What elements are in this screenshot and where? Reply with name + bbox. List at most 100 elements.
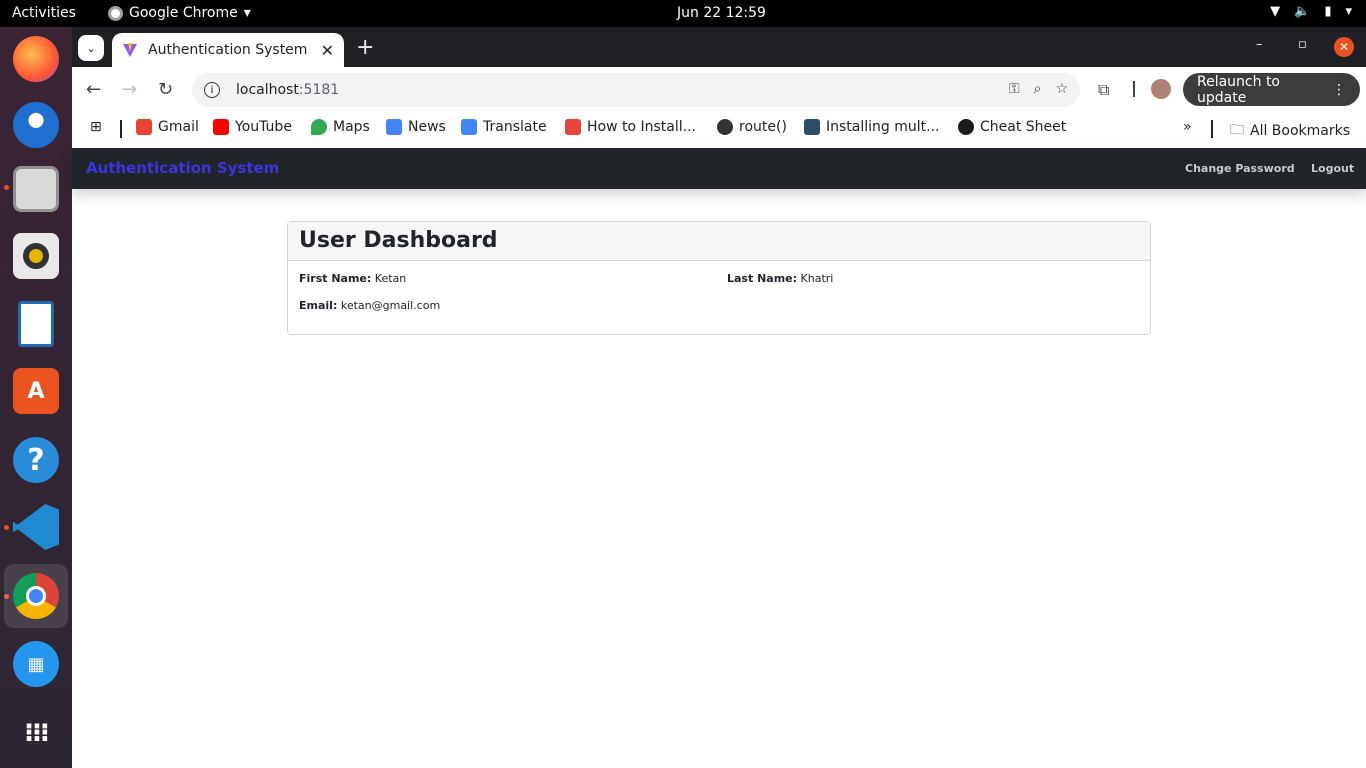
apps-grid-icon[interactable]: ⊞ xyxy=(90,119,102,135)
bookmark-installing-mult[interactable]: Installing mult... xyxy=(804,119,939,135)
activities-button[interactable]: Activities xyxy=(12,5,76,21)
bookmark-cheat-sheet[interactable]: Cheat Sheet xyxy=(958,119,1066,135)
dock-help[interactable]: ? xyxy=(4,428,68,492)
files-icon xyxy=(13,166,59,212)
tds-icon xyxy=(804,119,820,135)
bookmarks-bar: ⊞ Gmail YouTube Maps News Translate How … xyxy=(72,112,1366,148)
bookmarks-divider xyxy=(1211,120,1213,138)
bookmark-label: Installing mult... xyxy=(826,119,940,135)
tab-authentication-system[interactable]: Authentication System ✕ xyxy=(112,33,344,67)
tab-title: Authentication System xyxy=(148,42,308,58)
page-title: User Dashboard xyxy=(299,228,498,253)
folder-icon: 🗀 xyxy=(1230,122,1244,138)
more-vert-icon: ⋮ xyxy=(1332,81,1346,98)
bookmark-maps[interactable]: Maps xyxy=(311,119,370,135)
chevron-down-icon: ▾ xyxy=(1345,4,1352,19)
bookmark-label: route() xyxy=(739,119,787,135)
dock-chrome[interactable] xyxy=(4,564,68,628)
last-name-label: Last Name: xyxy=(727,272,798,285)
dock-thunderbird[interactable] xyxy=(4,93,68,157)
wifi-icon: ▼ xyxy=(1270,4,1281,19)
dock-docker[interactable]: ▦ xyxy=(4,632,68,696)
email-field: Email: ketan@gmail.com xyxy=(299,299,440,312)
app-navbar: Authentication System Change Password Lo… xyxy=(72,148,1366,189)
bookmark-site-icon xyxy=(565,119,581,135)
globe-icon xyxy=(717,119,733,135)
news-icon xyxy=(386,119,402,135)
cheat-sheet-icon xyxy=(958,119,974,135)
toolbar-divider xyxy=(1133,81,1135,97)
profile-avatar[interactable] xyxy=(1151,79,1171,99)
last-name-field: Last Name: Khatri xyxy=(727,272,833,285)
firefox-icon xyxy=(13,36,59,82)
bookmark-label: Maps xyxy=(333,119,370,135)
show-apps-icon: ⁝⁝⁝ xyxy=(24,718,50,748)
relaunch-to-update-button[interactable]: Relaunch to update ⋮ xyxy=(1183,73,1360,106)
tab-search-button[interactable]: ⌄ xyxy=(78,35,104,61)
dock-rhythmbox[interactable] xyxy=(4,224,68,288)
email-value: ketan@gmail.com xyxy=(340,299,441,312)
relaunch-label: Relaunch to update xyxy=(1197,73,1281,106)
minimize-button[interactable]: – xyxy=(1256,37,1263,52)
reload-button[interactable]: ↻ xyxy=(158,79,173,100)
youtube-icon xyxy=(213,119,229,135)
dock-vscode[interactable] xyxy=(4,495,68,559)
dock-firefox[interactable] xyxy=(4,27,68,91)
system-top-bar: Activities Google Chrome ▾ Jun 22 12:59 … xyxy=(0,0,1366,27)
bookmark-route[interactable]: route() xyxy=(717,119,787,135)
card-header: User Dashboard xyxy=(288,222,1150,261)
system-tray[interactable]: ▼ 🔈 ▮ ▾ xyxy=(1270,4,1352,19)
clock[interactable]: Jun 22 12:59 xyxy=(677,5,766,21)
chrome-icon xyxy=(13,573,59,619)
all-bookmarks-button[interactable]: 🗀 All Bookmarks xyxy=(1230,119,1350,143)
change-password-link[interactable]: Change Password xyxy=(1185,162,1295,175)
dock-show-apps[interactable]: ⁝⁝⁝ xyxy=(4,701,68,765)
battery-icon: ▮ xyxy=(1324,4,1332,19)
first-name-label: First Name: xyxy=(299,272,372,285)
bookmark-gmail[interactable]: Gmail xyxy=(136,119,199,135)
address-bar[interactable]: i localhost:5181 ⚿ ⌕ ☆ xyxy=(192,73,1080,107)
gmail-icon xyxy=(136,119,152,135)
bookmark-youtube[interactable]: YouTube xyxy=(213,119,292,135)
bookmarks-divider xyxy=(120,120,122,138)
user-dashboard-card: User Dashboard First Name: Ketan Last Na… xyxy=(287,221,1151,335)
bookmark-label: Gmail xyxy=(158,119,199,135)
vite-favicon-icon xyxy=(123,43,137,57)
app-menu[interactable]: Google Chrome ▾ xyxy=(108,5,251,21)
back-button[interactable]: ← xyxy=(86,79,101,100)
url-host: localhost xyxy=(236,82,299,98)
extensions-icon[interactable]: ⧉ xyxy=(1098,80,1109,100)
dock-files[interactable] xyxy=(4,157,68,221)
last-name-value: Khatri xyxy=(800,272,834,285)
chevron-down-icon: ⌄ xyxy=(86,41,96,55)
bookmark-how-to-install[interactable]: How to Install... xyxy=(565,119,696,135)
logout-link[interactable]: Logout xyxy=(1311,162,1354,175)
app-center-icon: A xyxy=(13,368,59,414)
new-tab-button[interactable]: + xyxy=(356,35,374,60)
bookmark-label: News xyxy=(408,119,446,135)
app-menu-label: Google Chrome xyxy=(129,5,238,21)
volume-icon: 🔈 xyxy=(1294,4,1311,19)
password-key-icon[interactable]: ⚿ xyxy=(1009,81,1020,97)
browser-toolbar: ← → ↻ i localhost:5181 ⚿ ⌕ ☆ ⧉ Relaunch … xyxy=(72,67,1366,112)
maximize-button[interactable]: ▫ xyxy=(1298,37,1307,52)
bookmark-label: Cheat Sheet xyxy=(980,119,1067,135)
dock-app-center[interactable]: A xyxy=(4,359,68,423)
first-name-field: First Name: Ketan xyxy=(299,272,406,285)
translate-icon xyxy=(461,119,477,135)
bookmark-news[interactable]: News xyxy=(386,119,446,135)
dock-writer[interactable] xyxy=(4,292,68,356)
maps-pin-icon xyxy=(311,119,327,135)
help-icon: ? xyxy=(13,437,59,483)
writer-icon xyxy=(18,301,54,347)
bookmark-star-icon[interactable]: ☆ xyxy=(1055,81,1068,97)
more-bookmarks-icon[interactable]: » xyxy=(1183,119,1192,135)
bookmark-translate[interactable]: Translate xyxy=(461,119,547,135)
close-tab-icon[interactable]: ✕ xyxy=(321,41,334,60)
site-info-icon[interactable]: i xyxy=(204,82,220,98)
zoom-icon[interactable]: ⌕ xyxy=(1034,81,1042,97)
navbar-brand[interactable]: Authentication System xyxy=(86,159,279,177)
bookmark-label: How to Install... xyxy=(587,119,696,135)
window-close-button[interactable]: ✕ xyxy=(1334,37,1354,57)
forward-button[interactable]: → xyxy=(122,79,137,100)
